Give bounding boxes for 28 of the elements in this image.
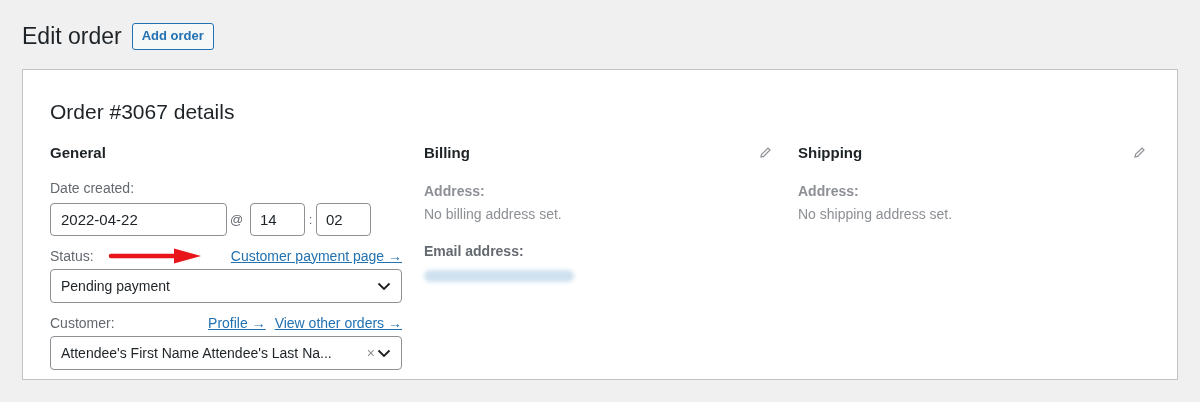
at-sign: @ — [230, 210, 245, 229]
field-label: Date created: — [50, 179, 136, 198]
section-heading: Shipping — [798, 142, 863, 163]
status-select[interactable]: Pending payment — [50, 269, 402, 303]
pencil-icon[interactable] — [759, 146, 772, 160]
hour-field[interactable]: 14 — [250, 203, 305, 236]
customer-payment-page-link[interactable]: Customer payment page → — [230, 245, 402, 267]
colon-separator: : — [307, 210, 314, 229]
customer-select[interactable]: Attendee's First Name Attendee's Last Na... × — [50, 336, 402, 370]
profile-link[interactable]: Profile → — [208, 312, 266, 334]
chevron-down-icon — [377, 281, 391, 291]
field-label: Address: — [798, 182, 860, 201]
pencil-icon[interactable] — [1133, 146, 1146, 160]
view-other-orders-link[interactable]: View other orders → — [274, 312, 402, 334]
address-text: No shipping address set. — [798, 205, 954, 224]
section-heading: General — [50, 142, 107, 163]
address-text: No billing address set. — [424, 205, 563, 224]
order-title: Order #3067 details — [50, 99, 236, 125]
field-label: Customer: — [50, 313, 115, 333]
minute-field[interactable]: 02 — [316, 203, 371, 236]
chevron-down-icon — [377, 348, 391, 358]
field-label: Address: — [424, 182, 486, 201]
field-label: Status: — [50, 246, 94, 266]
section-heading: Billing — [424, 142, 470, 163]
page-title: Edit order — [22, 21, 122, 51]
field-label: Email address: — [424, 242, 525, 261]
add-order-button[interactable]: Add order — [131, 22, 214, 50]
date-field[interactable]: 2022-04-22 — [50, 203, 227, 236]
